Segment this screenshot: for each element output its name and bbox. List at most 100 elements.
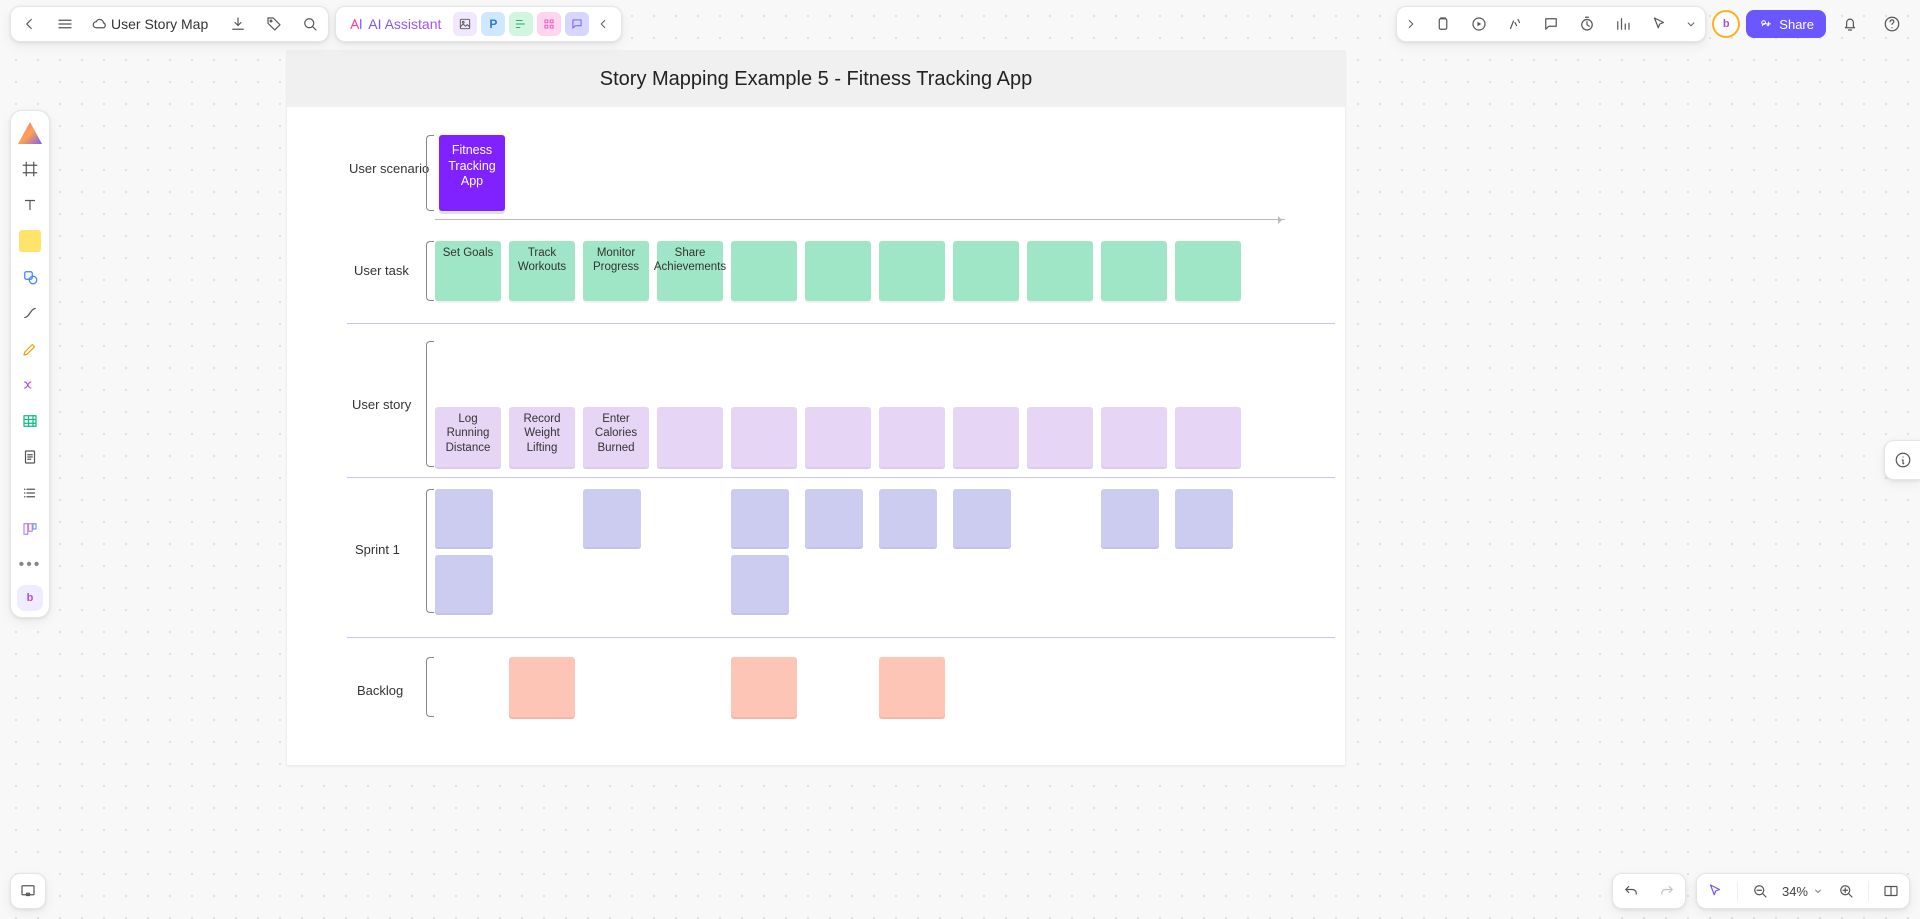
card-scenario-0[interactable]: Fitness Tracking App [439, 135, 505, 211]
search-button[interactable] [292, 6, 328, 42]
tool-frame[interactable] [14, 153, 46, 185]
pointer-button[interactable] [1641, 6, 1677, 42]
zoom-out-button[interactable] [1742, 873, 1778, 909]
back-button[interactable] [11, 6, 47, 42]
sprint1-row1-card-4[interactable] [731, 489, 789, 547]
play-button[interactable] [1461, 6, 1497, 42]
menu-button[interactable] [47, 6, 83, 42]
info-icon [1894, 451, 1912, 469]
image-icon [458, 17, 472, 31]
story-row-card-2[interactable]: Enter Calories Burned [583, 407, 649, 467]
help-button[interactable] [1874, 6, 1910, 42]
sprint1-row2-card-0[interactable] [435, 555, 493, 613]
tool-sticky-note[interactable] [14, 225, 46, 257]
backlog-row-card-1[interactable] [509, 657, 575, 717]
fit-view-button[interactable] [1873, 873, 1909, 909]
tool-kanban[interactable] [14, 513, 46, 545]
sprint1-row1-card-5[interactable] [805, 489, 863, 547]
sprint1-row1-card-9[interactable] [1101, 489, 1159, 547]
story-row-card-3[interactable] [657, 407, 723, 467]
tool-text[interactable] [14, 189, 46, 221]
effects-button[interactable] [1497, 6, 1533, 42]
story-row-card-8[interactable] [1027, 407, 1093, 467]
story-cards: Log Running DistanceRecord Weight Liftin… [435, 407, 1241, 467]
tool-mindmap[interactable] [14, 369, 46, 401]
sprint1-row1-card-7[interactable] [953, 489, 1011, 547]
ai-chip-chat[interactable] [565, 12, 589, 36]
task-row-card-5[interactable] [805, 241, 871, 301]
backlog-row-card-6[interactable] [879, 657, 945, 717]
story-row-card-9[interactable] [1101, 407, 1167, 467]
task-row-card-1[interactable]: Track Workouts [509, 241, 575, 301]
tag-button[interactable] [256, 6, 292, 42]
timer-button[interactable] [1569, 6, 1605, 42]
tool-connector[interactable] [14, 297, 46, 329]
timeline-arrow [435, 219, 1285, 220]
chart-button[interactable] [1605, 6, 1641, 42]
task-row-card-9[interactable] [1101, 241, 1167, 301]
sprint1-row1-card-0[interactable] [435, 489, 493, 547]
task-row-card-8[interactable] [1027, 241, 1093, 301]
user-avatar[interactable]: b [1712, 10, 1740, 38]
align-icon [514, 17, 528, 31]
task-row-card-2[interactable]: Monitor Progress [583, 241, 649, 301]
story-row-card-10[interactable] [1175, 407, 1241, 467]
ai-chip-grid[interactable] [537, 12, 561, 36]
cursor-mode-button[interactable] [1697, 873, 1733, 909]
sprint1-row1-card-10[interactable] [1175, 489, 1233, 547]
zoom-level[interactable]: 34% [1778, 884, 1828, 899]
tool-profile[interactable]: b [17, 585, 43, 611]
sprint1-cards-row1 [435, 489, 1241, 549]
backlog-cards [435, 657, 1241, 717]
task-row-card-6[interactable] [879, 241, 945, 301]
ai-chip-image[interactable] [453, 12, 477, 36]
artboard-title: Story Mapping Example 5 - Fitness Tracki… [287, 51, 1345, 107]
sprint1-row2-card-4[interactable] [731, 555, 789, 613]
ai-chip-p[interactable]: P [481, 12, 505, 36]
canvas[interactable]: Story Mapping Example 5 - Fitness Tracki… [0, 0, 1920, 919]
divider-1 [347, 323, 1335, 324]
redo-button[interactable] [1649, 873, 1685, 909]
story-row-card-4[interactable] [731, 407, 797, 467]
story-row-card-6[interactable] [879, 407, 945, 467]
divider-3 [347, 637, 1335, 638]
ai-logo-icon [348, 15, 366, 33]
comment-button[interactable] [1533, 6, 1569, 42]
tool-more[interactable]: ••• [14, 549, 46, 581]
expand-panel-button[interactable] [1397, 6, 1425, 42]
ai-chip-align[interactable] [509, 12, 533, 36]
tool-pen[interactable] [14, 333, 46, 365]
bottombar: 34% [0, 873, 1920, 909]
sprint1-row1-card-6[interactable] [879, 489, 937, 547]
task-row-card-10[interactable] [1175, 241, 1241, 301]
story-row-card-0[interactable]: Log Running Distance [435, 407, 501, 467]
nav-pill: User Story Map [10, 6, 329, 42]
download-button[interactable] [220, 6, 256, 42]
tool-doc[interactable] [14, 441, 46, 473]
ai-label: AI Assistant [366, 16, 449, 32]
notifications-button[interactable] [1832, 6, 1868, 42]
info-panel-toggle[interactable] [1884, 440, 1920, 480]
more-actions-button[interactable] [1677, 6, 1705, 42]
tool-templates[interactable] [14, 117, 46, 149]
doc-status[interactable]: User Story Map [83, 6, 220, 42]
story-row-card-1[interactable]: Record Weight Lifting [509, 407, 575, 467]
ai-collapse-button[interactable] [591, 6, 615, 42]
undo-button[interactable] [1613, 873, 1649, 909]
ai-assistant-button[interactable]: AI Assistant [342, 6, 451, 42]
tool-table[interactable] [14, 405, 46, 437]
zoom-in-button[interactable] [1828, 873, 1864, 909]
story-row-card-5[interactable] [805, 407, 871, 467]
backlog-row-card-4[interactable] [731, 657, 797, 717]
task-row-card-4[interactable] [731, 241, 797, 301]
share-button[interactable]: Share [1746, 10, 1826, 38]
tool-list[interactable] [14, 477, 46, 509]
artboard[interactable]: Story Mapping Example 5 - Fitness Tracki… [286, 50, 1346, 766]
task-row-card-7[interactable] [953, 241, 1019, 301]
story-row-card-7[interactable] [953, 407, 1019, 467]
sprint1-row1-card-2[interactable] [583, 489, 641, 547]
clipboard-button[interactable] [1425, 6, 1461, 42]
task-row-card-3[interactable]: Share Achievements [657, 241, 723, 301]
tool-shape[interactable] [14, 261, 46, 293]
task-row-card-0[interactable]: Set Goals [435, 241, 501, 301]
